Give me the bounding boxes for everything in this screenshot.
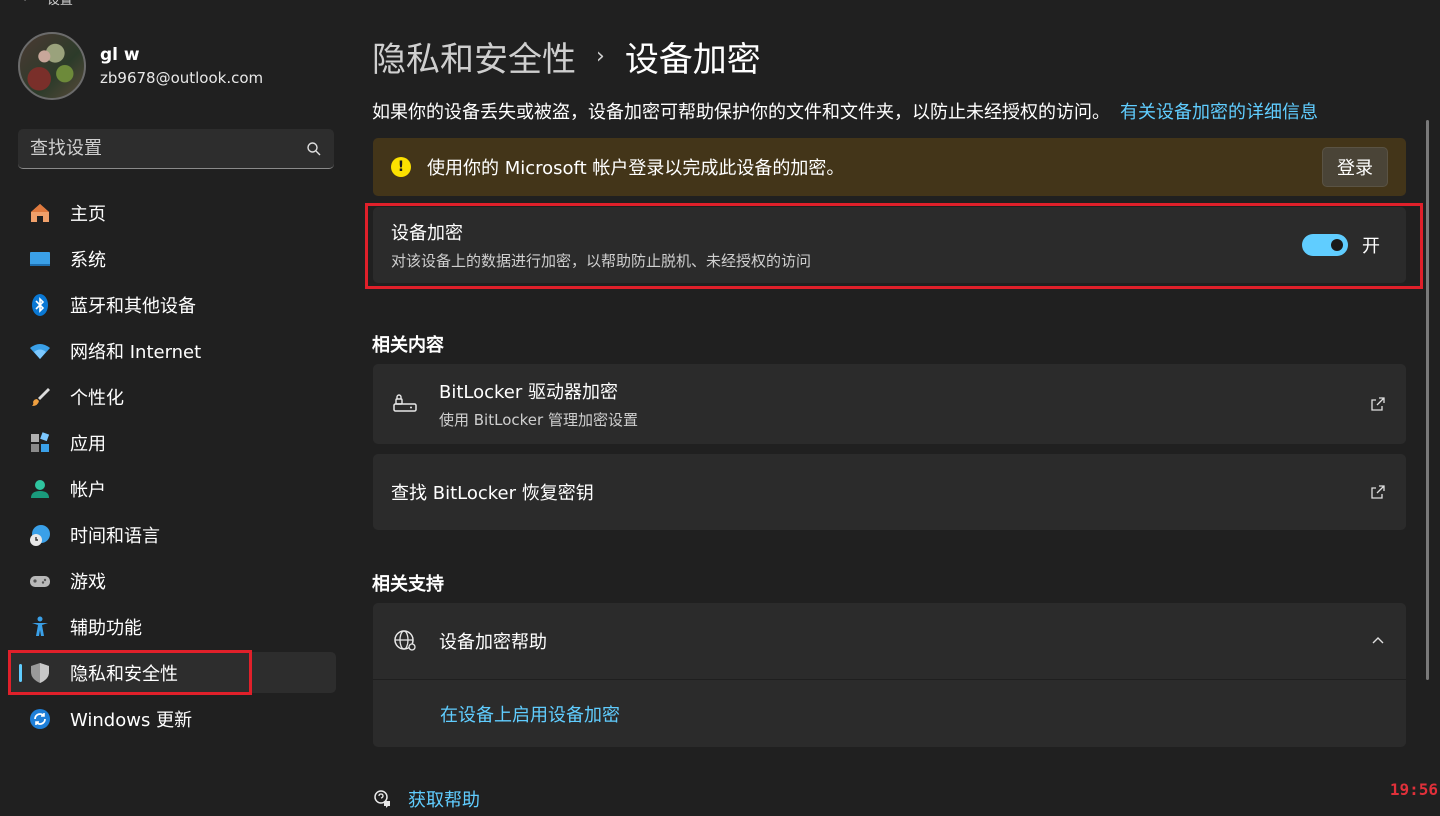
section-related-support: 相关支持 (372, 574, 444, 595)
drive-lock-icon (393, 394, 417, 412)
sidebar-item-label: 主页 (70, 203, 106, 225)
banner-text: 使用你的 Microsoft 帐户登录以完成此设备的加密。 (427, 158, 845, 179)
sidebar-item-label: 应用 (70, 433, 106, 455)
page-title: 设备加密 (624, 39, 761, 80)
globe-icon (394, 630, 416, 651)
sidebar-item-label: Windows 更新 (70, 709, 193, 731)
brush-icon (28, 385, 52, 409)
home-icon (28, 201, 52, 225)
external-link-icon (1371, 485, 1385, 499)
sidebar-item-label: 个性化 (70, 387, 124, 409)
section-related-content: 相关内容 (372, 335, 444, 356)
sidebar-item-time-language[interactable]: 时间和语言 (10, 514, 336, 555)
wifi-icon (28, 339, 52, 363)
gamepad-icon (28, 569, 52, 593)
bitlocker-subtitle: 使用 BitLocker 管理加密设置 (439, 411, 638, 429)
shield-icon (28, 661, 52, 685)
warning-icon: ! (391, 157, 411, 177)
sidebar-item-label: 系统 (70, 249, 106, 271)
sidebar-item-label: 帐户 (70, 479, 106, 501)
recovery-key-link[interactable]: 查找 BitLocker 恢复密钥 (373, 454, 1406, 530)
sidebar-item-home[interactable]: 主页 (10, 192, 336, 233)
profile-name: gl w (100, 45, 140, 65)
sidebar-item-accessibility[interactable]: 辅助功能 (10, 606, 336, 647)
sidebar-item-privacy-security[interactable]: 隐私和安全性 (10, 652, 336, 693)
user-profile[interactable]: gl w zb9678@outlook.com (18, 32, 263, 100)
help-chat-icon (374, 790, 390, 808)
setting-title: 设备加密 (391, 223, 463, 244)
profile-email: zb9678@outlook.com (100, 69, 264, 87)
title-bar: ← 设置 (22, 0, 73, 8)
signin-button[interactable]: 登录 (1322, 147, 1388, 187)
sidebar-item-label: 时间和语言 (70, 525, 160, 547)
bluetooth-icon (28, 293, 52, 317)
breadcrumb-parent[interactable]: 隐私和安全性 (372, 32, 576, 81)
device-encryption-setting: 设备加密 对该设备上的数据进行加密，以帮助防止脱机、未经授权的访问 开 (373, 207, 1406, 283)
account-icon (28, 477, 52, 501)
chevron-right-icon: › (596, 43, 605, 69)
description-text: 如果你的设备丢失或被盗，设备加密可帮助保护你的文件和文件夹，以防止未经授权的访问… (372, 102, 1110, 123)
get-help-label: 获取帮助 (408, 790, 480, 811)
sidebar-item-apps[interactable]: 应用 (10, 422, 336, 463)
recovery-key-title: 查找 BitLocker 恢复密钥 (391, 483, 594, 504)
sidebar-item-gaming[interactable]: 游戏 (10, 560, 336, 601)
sidebar-item-bluetooth[interactable]: 蓝牙和其他设备 (10, 284, 336, 325)
sidebar-item-label: 网络和 Internet (70, 341, 202, 363)
sidebar-item-label: 游戏 (70, 571, 106, 593)
search-box[interactable] (18, 129, 334, 169)
search-input[interactable] (30, 138, 306, 159)
sidebar-item-label: 隐私和安全性 (70, 663, 178, 685)
settings-window: ← 设置 gl w zb9678@outlook.com 主页 系统 (0, 0, 1440, 816)
chevron-up-icon[interactable] (1370, 633, 1386, 649)
accessibility-icon (28, 615, 52, 639)
update-icon (28, 707, 52, 731)
sidebar-item-accounts[interactable]: 帐户 (10, 468, 336, 509)
apps-icon (28, 431, 52, 455)
globe-clock-icon (28, 523, 52, 547)
breadcrumb: 隐私和安全性 › 设备加密 (372, 32, 761, 80)
sidebar-item-windows-update[interactable]: Windows 更新 (10, 698, 336, 739)
encryption-help-expander: 设备加密帮助 在设备上启用设备加密 (373, 603, 1406, 747)
help-title: 设备加密帮助 (439, 632, 547, 653)
bitlocker-link[interactable]: BitLocker 驱动器加密 使用 BitLocker 管理加密设置 (373, 364, 1406, 444)
system-icon (28, 247, 52, 271)
device-encryption-toggle[interactable] (1302, 234, 1348, 256)
avatar (18, 32, 86, 100)
sidebar-item-label: 蓝牙和其他设备 (70, 295, 196, 317)
enable-encryption-link[interactable]: 在设备上启用设备加密 (373, 680, 1406, 747)
learn-more-link[interactable]: 有关设备加密的详细信息 (1120, 102, 1318, 123)
sidebar-item-personalization[interactable]: 个性化 (10, 376, 336, 417)
external-link-icon (1371, 397, 1385, 411)
page-description: 如果你的设备丢失或被盗，设备加密可帮助保护你的文件和文件夹，以防止未经授权的访问… (372, 98, 1318, 124)
scrollbar[interactable] (1426, 120, 1429, 680)
clock-overlay: 19:56 (1389, 780, 1438, 799)
toggle-state-label: 开 (1362, 236, 1380, 257)
get-help-link[interactable]: 获取帮助 (372, 786, 480, 812)
back-icon[interactable]: ← (22, 0, 33, 6)
sidebar-item-system[interactable]: 系统 (10, 238, 336, 279)
bitlocker-title: BitLocker 驱动器加密 (439, 382, 619, 403)
window-title: 设置 (46, 0, 73, 8)
signin-banner: ! 使用你的 Microsoft 帐户登录以完成此设备的加密。 登录 (373, 138, 1406, 196)
setting-subtitle: 对该设备上的数据进行加密，以帮助防止脱机、未经授权的访问 (391, 252, 812, 270)
help-header[interactable]: 设备加密帮助 (373, 603, 1406, 680)
sidebar-item-label: 辅助功能 (70, 617, 142, 639)
search-icon[interactable] (306, 141, 322, 157)
sidebar-item-network[interactable]: 网络和 Internet (10, 330, 336, 371)
sidebar-nav: 主页 系统 蓝牙和其他设备 网络和 Internet 个性化 应用 帐户 时间和… (10, 192, 336, 744)
